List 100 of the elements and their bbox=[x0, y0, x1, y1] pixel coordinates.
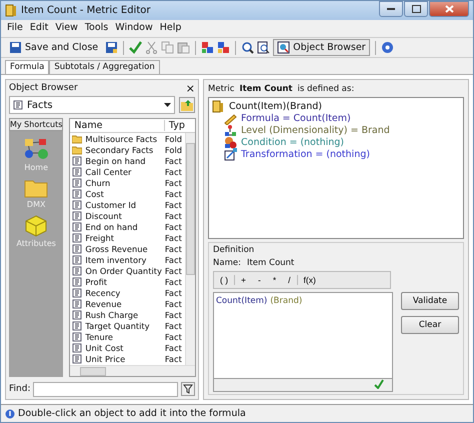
fact-icon bbox=[72, 222, 82, 232]
folder-icon bbox=[24, 178, 48, 198]
fact-icon bbox=[72, 298, 82, 308]
object-name[interactable]: Target Quantity bbox=[85, 320, 162, 330]
operator-button[interactable]: f(x) bbox=[298, 275, 322, 285]
tree-item[interactable]: Transformation = (nothing) bbox=[241, 148, 370, 160]
operator-button[interactable]: ( ) bbox=[214, 275, 236, 285]
fact-icon bbox=[13, 100, 23, 110]
formula-token: Count(Item) bbox=[216, 296, 268, 306]
fact-icon bbox=[72, 288, 82, 298]
object-name[interactable]: Customer Id bbox=[85, 200, 162, 210]
close-button[interactable]: × bbox=[186, 82, 195, 94]
object-name[interactable]: Secondary Facts bbox=[85, 144, 162, 154]
section-title: Definition bbox=[213, 245, 256, 255]
tab[interactable]: Subtotals / Aggregation bbox=[49, 60, 160, 74]
object-name[interactable]: Cost bbox=[85, 188, 162, 198]
object-name[interactable]: Tenure bbox=[85, 332, 162, 342]
menu-item[interactable]: Window bbox=[115, 22, 153, 35]
object-type: Fold bbox=[164, 144, 184, 154]
menu-item[interactable]: File bbox=[7, 22, 23, 35]
object-name[interactable]: End on hand bbox=[85, 222, 162, 232]
object-name[interactable]: Begin on hand bbox=[85, 156, 162, 166]
object-type: Fact bbox=[164, 210, 183, 220]
horizontal-scrollbar[interactable] bbox=[70, 365, 195, 376]
metric-name: Item Count bbox=[246, 258, 294, 268]
object-name[interactable]: Churn bbox=[85, 178, 162, 188]
minimize-button[interactable] bbox=[379, 1, 403, 17]
object-name[interactable]: Profit bbox=[85, 276, 162, 286]
fact-icon bbox=[72, 200, 82, 210]
save-and-close-button[interactable]: Save and Close bbox=[5, 39, 102, 56]
folder-dropdown[interactable]: Facts bbox=[9, 96, 175, 114]
filter-icon[interactable] bbox=[181, 382, 195, 396]
object-type: Fact bbox=[164, 188, 183, 198]
save-icon[interactable] bbox=[105, 41, 118, 54]
object-type: Fact bbox=[164, 156, 183, 166]
object-type: Fact bbox=[164, 166, 183, 176]
maximize-button[interactable] bbox=[404, 1, 428, 17]
fact-icon bbox=[72, 310, 82, 320]
object-type: Fold bbox=[164, 134, 184, 144]
column-header[interactable]: Name bbox=[70, 120, 165, 131]
object-name[interactable]: Gross Revenue bbox=[85, 244, 162, 254]
find-field[interactable] bbox=[33, 382, 178, 396]
fact-icon bbox=[72, 166, 82, 176]
object-type: Fact bbox=[164, 298, 183, 308]
tree-item[interactable]: Condition = (nothing) bbox=[241, 136, 344, 148]
object-name[interactable]: Freight bbox=[85, 232, 162, 242]
tree-root[interactable]: Count(Item)(Brand) bbox=[229, 100, 322, 112]
save-icon bbox=[9, 41, 22, 54]
hierarchy-icon bbox=[224, 124, 237, 136]
object-type: Fact bbox=[164, 266, 183, 276]
action-button[interactable]: Clear bbox=[401, 316, 459, 334]
object-browser-button[interactable]: Object Browser bbox=[273, 39, 370, 56]
object-name[interactable]: Rush Charge bbox=[85, 310, 162, 320]
object-name[interactable]: On Order Quantity bbox=[85, 266, 162, 276]
column-header[interactable]: Typ bbox=[164, 120, 195, 131]
close-button[interactable] bbox=[429, 1, 469, 17]
operator-button[interactable]: - bbox=[252, 275, 267, 285]
formula-token: (Brand) bbox=[270, 296, 302, 306]
document-search-icon[interactable] bbox=[257, 41, 270, 54]
tab[interactable]: Formula bbox=[5, 60, 50, 74]
operator-button[interactable]: * bbox=[266, 275, 282, 285]
object-name[interactable]: Multisource Facts bbox=[85, 134, 162, 144]
object-type: Fact bbox=[164, 200, 183, 210]
object-name[interactable]: Unit Price bbox=[85, 354, 162, 364]
pencil-icon bbox=[224, 112, 237, 124]
cube-icon bbox=[24, 215, 48, 237]
operator-button[interactable]: + bbox=[235, 275, 252, 285]
close-icon bbox=[444, 5, 454, 13]
object-name[interactable]: Discount bbox=[85, 210, 162, 220]
folder-up-icon[interactable] bbox=[179, 97, 195, 113]
minimize-icon bbox=[387, 8, 395, 10]
fact-icon bbox=[72, 332, 82, 342]
shortcuts-header: My Shortcuts bbox=[9, 118, 64, 131]
object-name[interactable]: Unit Cost bbox=[85, 342, 162, 352]
object-name[interactable]: Item inventory bbox=[85, 254, 162, 264]
magnifier-icon[interactable] bbox=[241, 41, 254, 54]
menu-item[interactable]: Tools bbox=[84, 22, 108, 35]
check-icon[interactable] bbox=[129, 41, 142, 54]
help-icon[interactable] bbox=[380, 41, 394, 54]
metric-label: Metric bbox=[208, 84, 234, 94]
action-button[interactable]: Validate bbox=[401, 292, 459, 310]
menu-item[interactable]: Edit bbox=[30, 22, 48, 35]
operator-button[interactable]: / bbox=[282, 275, 298, 285]
object-name[interactable]: Recency bbox=[85, 288, 162, 298]
name-label: Name: bbox=[213, 258, 241, 268]
formula-editor[interactable]: Count(Item) (Brand) bbox=[214, 293, 392, 378]
object-type: Fact bbox=[164, 276, 183, 286]
menu-item[interactable]: Help bbox=[160, 22, 182, 35]
tree-item[interactable]: Formula = Count(Item) bbox=[241, 112, 351, 124]
fact-icon bbox=[72, 232, 82, 242]
tree-item[interactable]: Level (Dimensionality) = Brand bbox=[241, 124, 390, 136]
find-label: Find: bbox=[9, 384, 30, 394]
object-name[interactable]: Call Center bbox=[85, 166, 162, 176]
maximize-icon bbox=[412, 5, 420, 13]
object-name[interactable]: Revenue bbox=[85, 298, 162, 308]
menu-item[interactable]: View bbox=[55, 22, 78, 35]
object-type: Fact bbox=[164, 320, 183, 330]
scrollbar[interactable] bbox=[184, 133, 195, 365]
object-type: Fact bbox=[164, 332, 183, 342]
object-type: Fact bbox=[164, 244, 183, 254]
